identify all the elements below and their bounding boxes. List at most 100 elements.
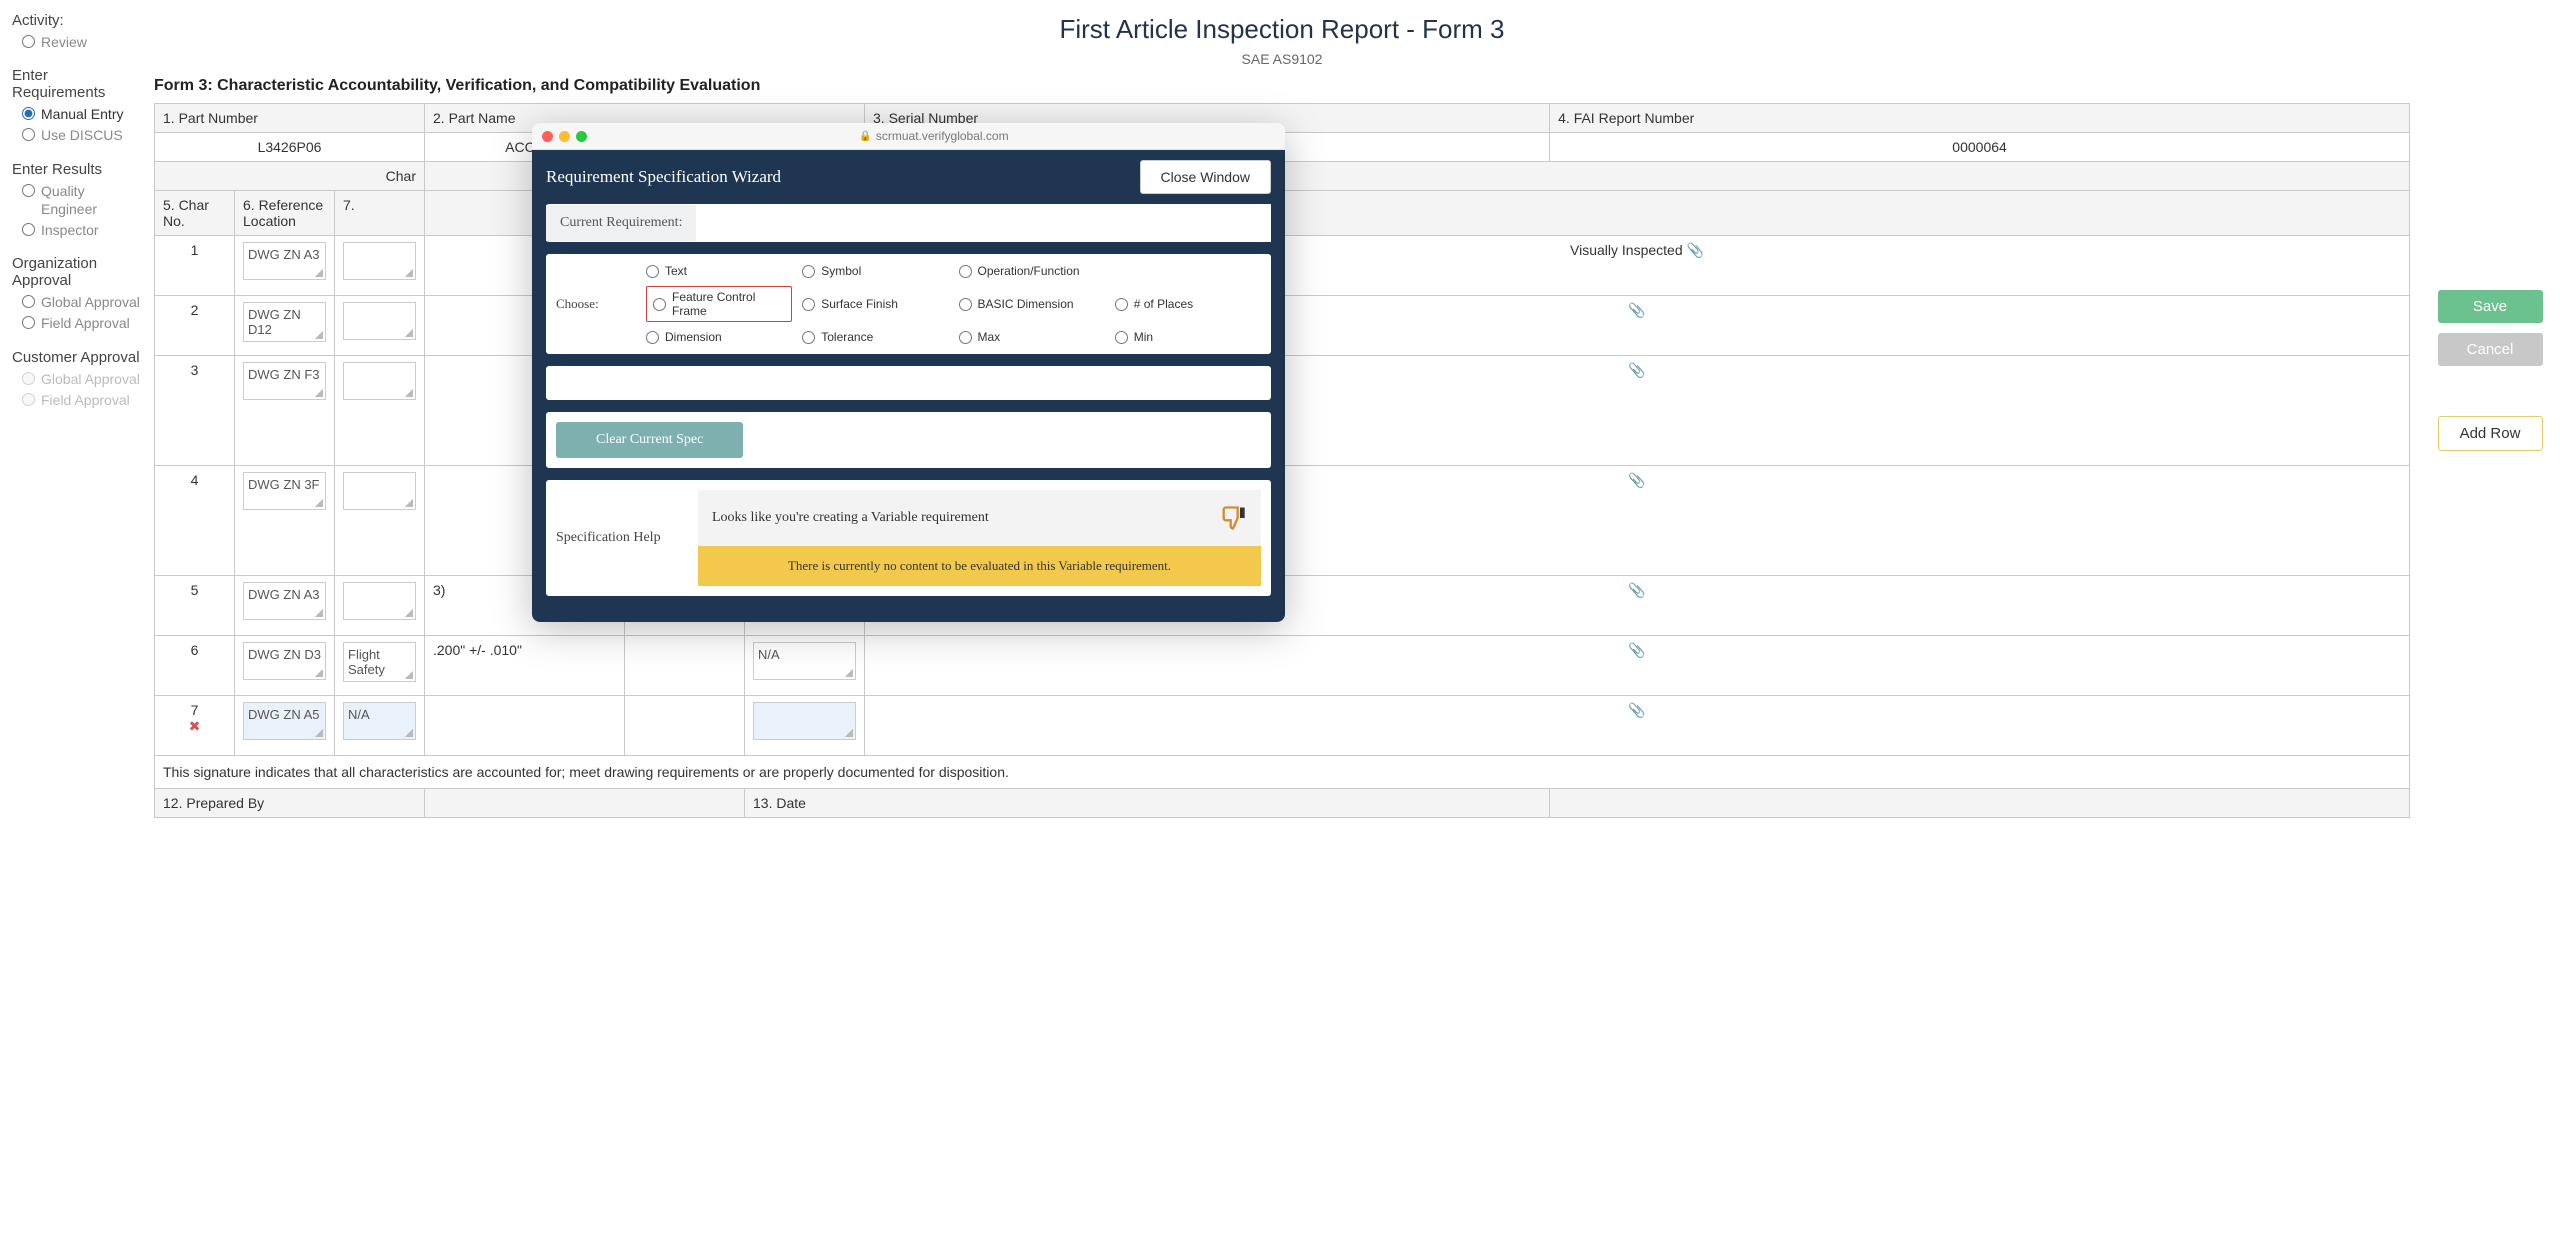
footer-note: This signature indicates that all charac…	[155, 756, 2410, 789]
radio-manual-entry[interactable]: Manual Entry	[22, 105, 142, 123]
ref-location-input[interactable]: DWG ZN 3F	[243, 472, 326, 510]
current-req-label: Current Requirement:	[546, 205, 696, 241]
spec-help-label: Specification Help	[556, 490, 686, 586]
help-warning: There is currently no content to be eval…	[698, 546, 1261, 586]
char-no: 4	[155, 466, 235, 576]
col9-cell	[625, 696, 745, 756]
form-label: Form 3: Characteristic Accountability, V…	[154, 77, 2410, 95]
opt-basic-dimension[interactable]: BASIC Dimension	[959, 286, 1105, 322]
cust-approval-label: Customer Approval	[12, 349, 142, 366]
enter-req-label: Enter Requirements	[12, 67, 142, 101]
char-no: 2	[155, 296, 235, 356]
comment-cell: 📎	[865, 696, 2410, 756]
enter-results-label: Enter Results	[12, 161, 142, 178]
radio-cust-global[interactable]: Global Approval	[22, 370, 142, 388]
radio-review[interactable]: Review	[22, 33, 142, 51]
char-no: 1	[155, 236, 235, 296]
attachment-icon[interactable]: 📎	[1687, 242, 1704, 258]
char-no: 7✖	[155, 696, 235, 756]
radio-quality-engineer[interactable]: Quality Engineer	[22, 182, 142, 218]
org-approval-label: Organization Approval	[12, 255, 142, 289]
clear-spec-button[interactable]: Clear Current Spec	[556, 422, 743, 458]
table-row: 7✖DWG ZN A5 N/A 📎	[155, 696, 2410, 756]
action-bar: Save Cancel Add Row	[2420, 0, 2560, 826]
current-req-value	[696, 204, 1271, 242]
val-part-number: L3426P06	[155, 133, 425, 162]
col7-input[interactable]	[343, 302, 416, 340]
wizard-modal: 🔒 scrmuat.verifyglobal.com Requirement S…	[532, 123, 1285, 622]
th-char-section: Char	[155, 162, 425, 191]
wizard-title: Requirement Specification Wizard	[546, 167, 781, 187]
opt-dimension[interactable]: Dimension	[646, 330, 792, 344]
thumbs-down-icon	[1219, 504, 1247, 532]
cancel-button[interactable]: Cancel	[2438, 333, 2543, 366]
mac-titlebar: 🔒 scrmuat.verifyglobal.com	[532, 123, 1285, 150]
opt-surface-finish[interactable]: Surface Finish	[802, 286, 948, 322]
table-row: 6DWG ZN D3 Flight Safety.200" +/- .010" N/…	[155, 636, 2410, 696]
opt-tolerance[interactable]: Tolerance	[802, 330, 948, 344]
opt-max[interactable]: Max	[959, 330, 1105, 344]
col7-input[interactable]	[343, 362, 416, 400]
mac-close-icon[interactable]	[542, 131, 553, 142]
th-date: 13. Date	[745, 789, 1550, 818]
ref-location-input[interactable]: DWG ZN A3	[243, 582, 326, 620]
opt-min[interactable]: Min	[1115, 330, 1261, 344]
delete-row-icon[interactable]: ✖	[189, 718, 201, 734]
th-col7: 7.	[335, 191, 425, 236]
opt-symbol[interactable]: Symbol	[802, 264, 948, 278]
col7-input[interactable]	[343, 242, 416, 280]
ref-location-input[interactable]: DWG ZN A3	[243, 242, 326, 280]
val-fai: 0000064	[1550, 133, 2410, 162]
attachment-icon[interactable]: 📎	[1628, 642, 1645, 658]
attachment-icon[interactable]: 📎	[1628, 472, 1645, 488]
th-fai: 4. FAI Report Number	[1550, 104, 2410, 133]
comment-cell: 📎	[865, 636, 2410, 696]
col10-input[interactable]	[753, 702, 856, 740]
activity-label: Activity:	[12, 12, 142, 29]
col7-input[interactable]	[343, 472, 416, 510]
ref-location-input[interactable]: DWG ZN A5	[243, 702, 326, 740]
col7-input[interactable]: Flight Safety	[343, 642, 416, 682]
th-ref-loc: 6. Reference Location	[235, 191, 335, 236]
choose-label: Choose:	[556, 296, 626, 312]
opt-text[interactable]: Text	[646, 264, 792, 278]
spec-input-area[interactable]	[546, 366, 1271, 400]
attachment-icon[interactable]: 📎	[1628, 702, 1645, 718]
url-bar: 🔒 scrmuat.verifyglobal.com	[593, 129, 1275, 143]
th-prepared-by: 12. Prepared By	[155, 789, 425, 818]
radio-inspector[interactable]: Inspector	[22, 221, 142, 239]
main-content: First Article Inspection Report - Form 3…	[150, 0, 2420, 826]
close-window-button[interactable]: Close Window	[1140, 160, 1271, 194]
col7-input[interactable]: N/A	[343, 702, 416, 740]
modal-scrollbar[interactable]	[1277, 153, 1285, 622]
opt-feature-control-frame[interactable]: Feature Control Frame	[646, 286, 792, 322]
char-no: 6	[155, 636, 235, 696]
col10-input[interactable]: N/A	[753, 642, 856, 680]
opt-operation[interactable]: Operation/Function	[959, 264, 1105, 278]
col9-cell	[625, 636, 745, 696]
col7-input[interactable]	[343, 582, 416, 620]
page-subtitle: SAE AS9102	[154, 51, 2410, 67]
attachment-icon[interactable]: 📎	[1628, 302, 1645, 318]
th-char-no: 5. Char No.	[155, 191, 235, 236]
col8-cell: .200" +/- .010"	[425, 636, 625, 696]
ref-location-input[interactable]: DWG ZN F3	[243, 362, 326, 400]
radio-org-global[interactable]: Global Approval	[22, 293, 142, 311]
radio-cust-field[interactable]: Field Approval	[22, 391, 142, 409]
attachment-icon[interactable]: 📎	[1628, 362, 1645, 378]
opt-places[interactable]: # of Places	[1115, 286, 1261, 322]
ref-location-input[interactable]: DWG ZN D12	[243, 302, 326, 342]
mac-zoom-icon[interactable]	[576, 131, 587, 142]
radio-org-field[interactable]: Field Approval	[22, 314, 142, 332]
lock-icon: 🔒	[859, 131, 871, 142]
th-part-number: 1. Part Number	[155, 104, 425, 133]
col8-cell	[425, 696, 625, 756]
page-title: First Article Inspection Report - Form 3	[154, 14, 2410, 45]
radio-use-discus[interactable]: Use DISCUS	[22, 126, 142, 144]
add-row-button[interactable]: Add Row	[2438, 416, 2543, 451]
mac-minimize-icon[interactable]	[559, 131, 570, 142]
attachment-icon[interactable]: 📎	[1628, 582, 1645, 598]
ref-location-input[interactable]: DWG ZN D3	[243, 642, 326, 680]
char-no: 5	[155, 576, 235, 636]
save-button[interactable]: Save	[2438, 290, 2543, 323]
